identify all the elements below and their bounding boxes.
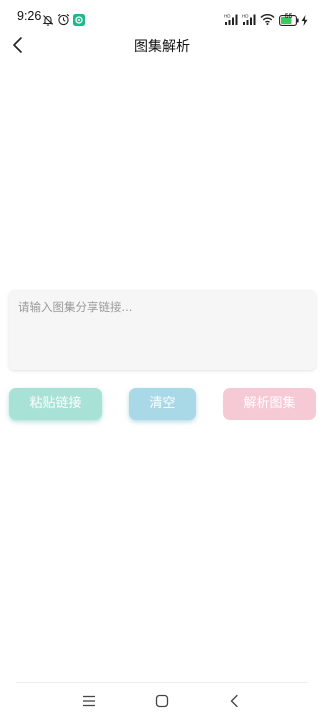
wifi-icon — [260, 10, 275, 29]
status-bar: 9:26 HD HD 66 — [0, 0, 324, 34]
header: 图集解析 — [0, 30, 324, 60]
battery-level: 66 — [284, 13, 293, 20]
paste-link-button[interactable]: 粘贴链接 — [9, 388, 102, 420]
menu-icon — [83, 695, 95, 707]
parse-gallery-button[interactable]: 解析图集 — [223, 388, 316, 420]
bell-muted-icon — [42, 11, 54, 30]
home-button[interactable] — [153, 692, 171, 710]
signal-hd-icon: HD — [224, 10, 240, 29]
alarm-icon — [57, 11, 70, 30]
nav-back-button[interactable] — [226, 692, 244, 710]
charging-icon — [301, 11, 308, 30]
svg-text:HD: HD — [224, 14, 231, 19]
signal-hd-icon: HD — [242, 10, 258, 29]
screen: 9:26 HD HD 66 图集解析 请输入图集分享链接... 粘贴链接 清空 … — [0, 0, 324, 720]
svg-text:HD: HD — [242, 14, 249, 19]
link-input[interactable] — [9, 290, 316, 370]
status-time: 9:26 — [17, 9, 42, 23]
page-title: 图集解析 — [134, 39, 190, 55]
nav-divider — [16, 682, 308, 683]
link-input-card — [9, 290, 316, 370]
home-icon — [155, 694, 169, 708]
menu-button[interactable] — [80, 692, 98, 710]
clear-button[interactable]: 清空 — [129, 388, 196, 420]
app-notification-icon — [73, 11, 85, 30]
back-icon — [230, 694, 238, 708]
